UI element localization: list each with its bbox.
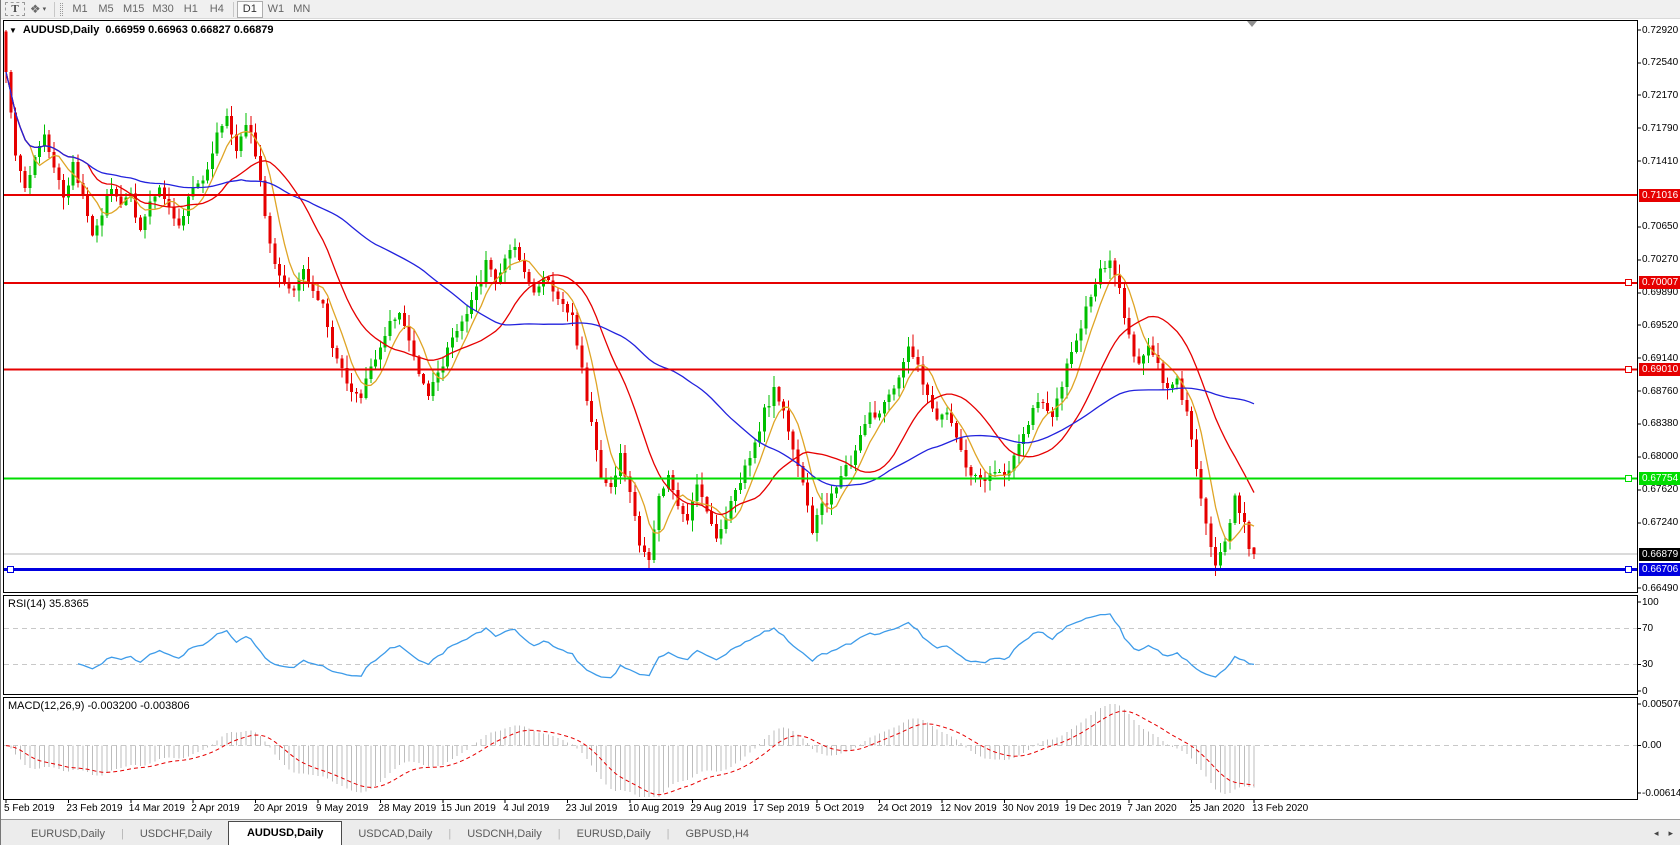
- price-tick-label-0.68380: 0.68380: [1642, 418, 1678, 429]
- price-tick-label-0.67240: 0.67240: [1642, 517, 1678, 528]
- date-label-30-Nov-2019: 30 Nov 2019: [1002, 803, 1059, 814]
- date-label-10-Aug-2019: 10 Aug 2019: [628, 803, 684, 814]
- macd-tick-label-0.00: 0.00: [1642, 740, 1661, 751]
- text-tool-button[interactable]: T: [5, 2, 25, 16]
- date-label-4-Jul-2019: 4 Jul 2019: [503, 803, 549, 814]
- macd-current-values: -0.003200 -0.003806: [87, 700, 189, 712]
- price-tick-label-0.70650: 0.70650: [1642, 221, 1678, 232]
- chevron-down-icon: ▾: [43, 5, 47, 13]
- symbol-dropdown-icon[interactable]: ▼: [9, 26, 17, 35]
- chart-symbol-label: AUDUSD,Daily: [23, 24, 99, 36]
- date-label-29-Aug-2019: 29 Aug 2019: [690, 803, 746, 814]
- rsi-panel: [3, 595, 1638, 695]
- timeframe-button-H1[interactable]: H1: [178, 1, 204, 18]
- hline-price-label-0.66706: 0.66706: [1639, 563, 1680, 576]
- timeframe-button-W1[interactable]: W1: [263, 1, 289, 18]
- date-label-23-Feb-2019: 23 Feb 2019: [66, 803, 122, 814]
- rsi-tick-label-100: 100: [1642, 597, 1659, 608]
- tab-scroll-arrows: ◂ ▸: [1654, 828, 1673, 845]
- date-label-17-Sep-2019: 17 Sep 2019: [753, 803, 810, 814]
- date-label-28-May-2019: 28 May 2019: [378, 803, 436, 814]
- timeframe-button-M1[interactable]: M1: [67, 1, 93, 18]
- macd-tick-label-0.005076: 0.005076: [1642, 699, 1680, 710]
- date-label-5-Feb-2019: 5 Feb 2019: [4, 803, 55, 814]
- toolbar-separator: [54, 2, 55, 17]
- symbol-tab-USDCNH-Daily[interactable]: USDCNH,Daily: [451, 824, 558, 845]
- hline-handle-right-0.66706[interactable]: [1625, 566, 1632, 573]
- price-tick-label-0.68760: 0.68760: [1642, 386, 1678, 397]
- crosshair-tool-button[interactable]: ❖ ▾: [25, 1, 51, 18]
- hline-price-label-0.69010: 0.69010: [1639, 363, 1680, 376]
- date-label-19-Dec-2019: 19 Dec 2019: [1065, 803, 1122, 814]
- toolbar-grip[interactable]: [60, 3, 63, 16]
- price-tick-label-0.68000: 0.68000: [1642, 451, 1678, 462]
- timeframe-button-M15[interactable]: M15: [119, 1, 148, 18]
- hline-handle-right-0.69010[interactable]: [1625, 366, 1632, 373]
- toolbar-separator: [233, 2, 234, 17]
- symbol-tab-USDCHF-Daily[interactable]: USDCHF,Daily: [124, 824, 228, 845]
- rsi-indicator-label: RSI(14) 35.8365: [8, 598, 89, 610]
- symbol-tabs: EURUSD,Daily|USDCHF,DailyAUDUSD,DailyUSD…: [15, 821, 765, 845]
- price-tick-label-0.71790: 0.71790: [1642, 123, 1678, 134]
- hline-handle-right-0.67754[interactable]: [1625, 475, 1632, 482]
- price-tick-label-0.67620: 0.67620: [1642, 484, 1678, 495]
- price-tick-label-0.70270: 0.70270: [1642, 254, 1678, 265]
- rsi-tick-label-0: 0: [1642, 686, 1648, 697]
- date-label-2-Apr-2019: 2 Apr 2019: [191, 803, 239, 814]
- hline-price-label-0.67754: 0.67754: [1639, 472, 1680, 485]
- timeframe-button-M30[interactable]: M30: [148, 1, 177, 18]
- date-label-25-Jan-2020: 25 Jan 2020: [1190, 803, 1245, 814]
- symbol-tab-GBPUSD-H4[interactable]: GBPUSD,H4: [669, 824, 765, 845]
- trading-terminal-window: T ❖ ▾ M1M5M15M30H1H4 D1W1MN ▼ AUDUSD,Dail…: [0, 0, 1680, 845]
- timeframe-button-D1[interactable]: D1: [237, 1, 263, 18]
- rsi-tick-label-30: 30: [1642, 659, 1653, 670]
- symbol-tab-EURUSD-Daily[interactable]: EURUSD,Daily: [561, 824, 667, 845]
- price-chart-panel: [3, 20, 1638, 593]
- symbol-tab-bar: EURUSD,Daily|USDCHF,DailyAUDUSD,DailyUSD…: [1, 819, 1680, 845]
- chart-ohlc-values: 0.66959 0.66963 0.66827 0.66879: [105, 24, 273, 36]
- hline-handle-left-0.66706[interactable]: [7, 566, 14, 573]
- date-label-24-Oct-2019: 24 Oct 2019: [878, 803, 932, 814]
- timeframe-button-H4[interactable]: H4: [204, 1, 230, 18]
- symbol-tab-USDCAD-Daily[interactable]: USDCAD,Daily: [342, 824, 448, 845]
- macd-indicator-label: MACD(12,26,9) -0.003200 -0.003806: [8, 700, 190, 712]
- symbol-tab-AUDUSD-Daily[interactable]: AUDUSD,Daily: [228, 821, 342, 845]
- rsi-current-value: 35.8365: [49, 598, 89, 610]
- date-label-7-Jan-2020: 7 Jan 2020: [1127, 803, 1177, 814]
- macd-name: MACD(12,26,9): [8, 700, 84, 712]
- date-label-15-Jun-2019: 15 Jun 2019: [441, 803, 496, 814]
- date-label-13-Feb-2020: 13 Feb 2020: [1252, 803, 1308, 814]
- price-tick-label-0.72920: 0.72920: [1642, 25, 1678, 36]
- price-tick-label-0.69520: 0.69520: [1642, 320, 1678, 331]
- macd-tick-label--0.00614: -0.00614: [1642, 788, 1680, 799]
- timeframe-button-M5[interactable]: M5: [93, 1, 119, 18]
- symbol-tab-EURUSD-Daily[interactable]: EURUSD,Daily: [15, 824, 121, 845]
- macd-panel: [3, 697, 1638, 800]
- chart-shift-marker[interactable]: [1247, 21, 1257, 27]
- tab-scroll-left-button[interactable]: ◂: [1654, 828, 1659, 839]
- price-tick-label-0.72540: 0.72540: [1642, 57, 1678, 68]
- timeframe-button-MN[interactable]: MN: [289, 1, 315, 18]
- rsi-tick-label-70: 70: [1642, 623, 1653, 634]
- hline-handle-right-0.70007[interactable]: [1625, 279, 1632, 286]
- rsi-name: RSI(14): [8, 598, 46, 610]
- top-toolbar: T ❖ ▾ M1M5M15M30H1H4 D1W1MN: [1, 0, 1680, 19]
- date-label-20-Apr-2019: 20 Apr 2019: [254, 803, 308, 814]
- date-label-5-Oct-2019: 5 Oct 2019: [815, 803, 864, 814]
- price-tick-label-0.71410: 0.71410: [1642, 156, 1678, 167]
- date-label-12-Nov-2019: 12 Nov 2019: [940, 803, 997, 814]
- price-tick-label-0.72170: 0.72170: [1642, 90, 1678, 101]
- timeframe-button-group: M1M5M15M30H1H4 D1W1MN: [67, 1, 315, 18]
- chart-title: ▼ AUDUSD,Daily 0.66959 0.66963 0.66827 0…: [9, 24, 274, 36]
- date-label-14-Mar-2019: 14 Mar 2019: [129, 803, 185, 814]
- crosshair-tool-icon: ❖: [30, 2, 41, 16]
- bid-price-label: 0.66879: [1639, 548, 1680, 561]
- date-label-23-Jul-2019: 23 Jul 2019: [566, 803, 618, 814]
- price-tick-label-0.66490: 0.66490: [1642, 583, 1678, 594]
- date-label-9-May-2019: 9 May 2019: [316, 803, 368, 814]
- hline-price-label-0.70007: 0.70007: [1639, 276, 1680, 289]
- hline-price-label-0.71016: 0.71016: [1639, 189, 1680, 202]
- tab-scroll-right-button[interactable]: ▸: [1668, 828, 1673, 839]
